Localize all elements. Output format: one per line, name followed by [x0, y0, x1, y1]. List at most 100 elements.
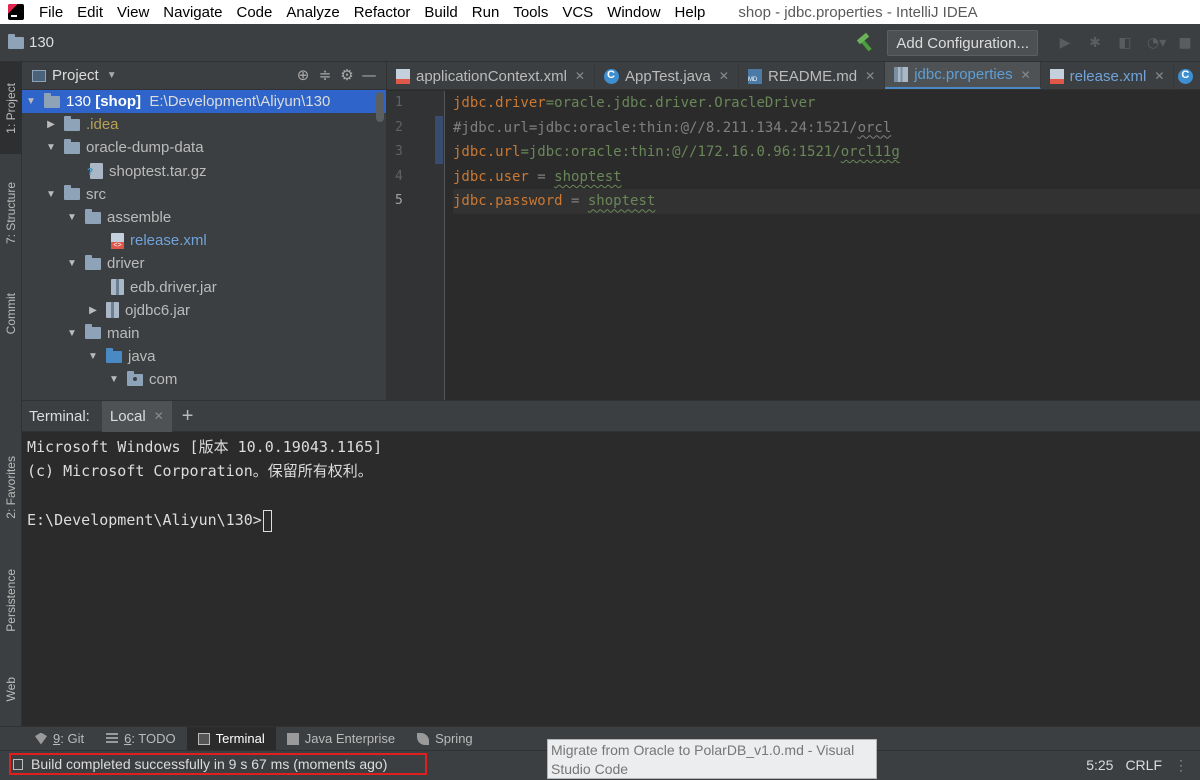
menu-build[interactable]: Build: [417, 4, 464, 21]
expand-arrow-icon[interactable]: ▼: [65, 258, 79, 269]
xml-file-icon: [111, 232, 124, 249]
tab-readme-md[interactable]: README.md ✕: [739, 62, 886, 89]
tree-node-root[interactable]: ▼ 130 [shop] E:\Development\Aliyun\130: [22, 90, 386, 114]
code-editor[interactable]: jdbc.driver=oracle.jdbc.driver.OracleDri…: [453, 91, 1200, 214]
tree-node-idea[interactable]: ▶ .idea: [22, 113, 386, 136]
expand-arrow-icon[interactable]: ▼: [44, 189, 58, 200]
tool-window-favorites[interactable]: 2: Favorites: [0, 440, 22, 534]
folder-icon: [44, 92, 60, 108]
tool-window-structure[interactable]: 7: Structure: [0, 164, 22, 262]
close-icon[interactable]: ✕: [575, 69, 585, 83]
tree-node-main[interactable]: ▼ main: [22, 322, 386, 345]
tab-release-xml[interactable]: release.xml ✕: [1041, 62, 1175, 89]
tree-node-oracle-dump-data[interactable]: ▼ oracle-dump-data: [22, 136, 386, 159]
menu-window[interactable]: Window: [600, 4, 667, 21]
menu-view[interactable]: View: [110, 4, 156, 21]
expand-arrow-icon[interactable]: ▼: [107, 374, 121, 385]
expand-arrow-icon[interactable]: ▼: [86, 351, 100, 362]
tab-apptest-java[interactable]: AppTest.java ✕: [595, 62, 739, 89]
new-terminal-plus-icon[interactable]: +: [182, 405, 194, 428]
tree-node-shoptest-archive[interactable]: ▶ shoptest.tar.gz: [22, 160, 386, 183]
close-icon[interactable]: ✕: [1021, 68, 1031, 82]
code-line-2: #jdbc.url=jdbc:oracle:thin:@//8.211.134.…: [453, 119, 892, 136]
terminal-title: Terminal:: [29, 407, 90, 425]
expand-arrow-icon[interactable]: ▶: [86, 305, 100, 316]
tool-tab-spring[interactable]: Spring: [406, 727, 484, 751]
close-icon[interactable]: ✕: [719, 69, 729, 83]
tree-node-ojdbc6-jar[interactable]: ▶ ojdbc6.jar: [22, 299, 386, 322]
tab-application-context-xml[interactable]: applicationContext.xml ✕: [387, 62, 595, 89]
expand-arrow-icon[interactable]: ▼: [24, 96, 38, 107]
spring-leaf-icon: [417, 732, 430, 745]
build-hammer-icon[interactable]: [855, 34, 873, 52]
xml-file-icon: [1049, 68, 1064, 84]
close-icon[interactable]: ✕: [154, 409, 164, 423]
tree-node-java[interactable]: ▼ java: [22, 345, 386, 368]
coverage-icon[interactable]: ◧: [1117, 35, 1133, 51]
expand-arrow-icon[interactable]: ▶: [44, 119, 58, 130]
java-enterprise-icon: [286, 732, 299, 745]
menu-edit[interactable]: Edit: [70, 4, 110, 21]
code-line-1: jdbc.driver=oracle.jdbc.driver.OracleDri…: [453, 95, 816, 111]
folder-icon: [64, 138, 80, 154]
tab-overflow[interactable]: [1174, 62, 1200, 89]
close-icon[interactable]: ✕: [1154, 69, 1164, 83]
tool-window-commit[interactable]: Commit: [0, 276, 22, 352]
tool-tab-todo[interactable]: 6: TODO: [95, 727, 187, 751]
caret-position[interactable]: 5:25: [1086, 757, 1113, 773]
add-configuration-button[interactable]: Add Configuration...: [887, 30, 1038, 56]
close-icon[interactable]: ✕: [865, 69, 875, 83]
terminal-prompt: E:\Development\Aliyun\130>: [27, 508, 1195, 532]
tool-window-project[interactable]: 1: Project: [0, 62, 22, 154]
project-scrollbar[interactable]: [376, 92, 384, 122]
menu-tools[interactable]: Tools: [506, 4, 555, 21]
tool-window-persistence[interactable]: Persistence: [0, 552, 22, 648]
tree-node-src[interactable]: ▼ src: [22, 183, 386, 206]
tool-tab-java-enterprise[interactable]: Java Enterprise: [276, 727, 406, 751]
terminal-icon: [197, 732, 210, 745]
menu-file[interactable]: File: [32, 4, 70, 21]
expand-arrow-icon[interactable]: ▼: [65, 328, 79, 339]
expand-arrow-icon[interactable]: ▼: [44, 142, 58, 153]
menu-run[interactable]: Run: [465, 4, 507, 21]
build-status-message[interactable]: Build completed successfully in 9 s 67 m…: [9, 753, 427, 775]
hide-panel-icon[interactable]: —: [358, 66, 380, 84]
profile-icon[interactable]: ◔▾: [1147, 35, 1166, 51]
locate-file-icon[interactable]: ⊕: [292, 66, 314, 84]
jar-file-icon: [106, 302, 119, 319]
menu-help[interactable]: Help: [668, 4, 713, 21]
tree-node-com[interactable]: ▼ com: [22, 368, 386, 391]
folder-icon: [85, 324, 101, 340]
tree-node-edb-driver-jar[interactable]: ▶ edb.driver.jar: [22, 276, 386, 299]
gear-icon[interactable]: ⚙: [336, 66, 358, 84]
menu-vcs[interactable]: VCS: [555, 4, 600, 21]
run-icon[interactable]: ▶: [1057, 35, 1073, 51]
tree-node-release-xml[interactable]: ▶ release.xml: [22, 229, 386, 252]
collapse-all-icon[interactable]: ≑: [314, 66, 336, 84]
menu-bar: File Edit View Navigate Code Analyze Ref…: [0, 0, 1200, 24]
menu-code[interactable]: Code: [229, 4, 279, 21]
project-view-selector[interactable]: Project ▼: [32, 67, 117, 84]
terminal-output[interactable]: Microsoft Windows [版本 10.0.19043.1165] (…: [22, 432, 1200, 536]
tree-node-driver[interactable]: ▼ driver: [22, 252, 386, 275]
menu-refactor[interactable]: Refactor: [347, 4, 418, 21]
terminal-tab-local[interactable]: Local ✕: [101, 400, 172, 432]
code-line-4: jdbc.user = shoptest: [453, 168, 622, 185]
menu-navigate[interactable]: Navigate: [156, 4, 229, 21]
tool-window-web[interactable]: Web: [0, 662, 22, 716]
tool-tab-git[interactable]: 9: Git: [24, 727, 95, 751]
stop-icon[interactable]: ■: [1177, 35, 1193, 51]
project-panel-header: Project ▼ ⊕ ≑ ⚙ —: [22, 62, 386, 90]
line-separator[interactable]: CRLF: [1125, 757, 1162, 773]
folder-icon: [8, 33, 24, 49]
code-line-5: jdbc.password = shoptest: [453, 189, 1200, 214]
vcs-change-marker[interactable]: [435, 116, 443, 164]
status-more-icon[interactable]: ⋮: [1174, 757, 1188, 774]
expand-arrow-icon[interactable]: ▼: [65, 212, 79, 223]
tree-node-assemble[interactable]: ▼ assemble: [22, 206, 386, 229]
menu-analyze[interactable]: Analyze: [279, 4, 346, 21]
tool-tab-terminal[interactable]: Terminal: [186, 726, 276, 751]
tab-jdbc-properties[interactable]: jdbc.properties ✕: [885, 62, 1041, 89]
project-breadcrumb[interactable]: 130: [8, 33, 54, 51]
debug-icon[interactable]: ✱: [1087, 35, 1103, 51]
